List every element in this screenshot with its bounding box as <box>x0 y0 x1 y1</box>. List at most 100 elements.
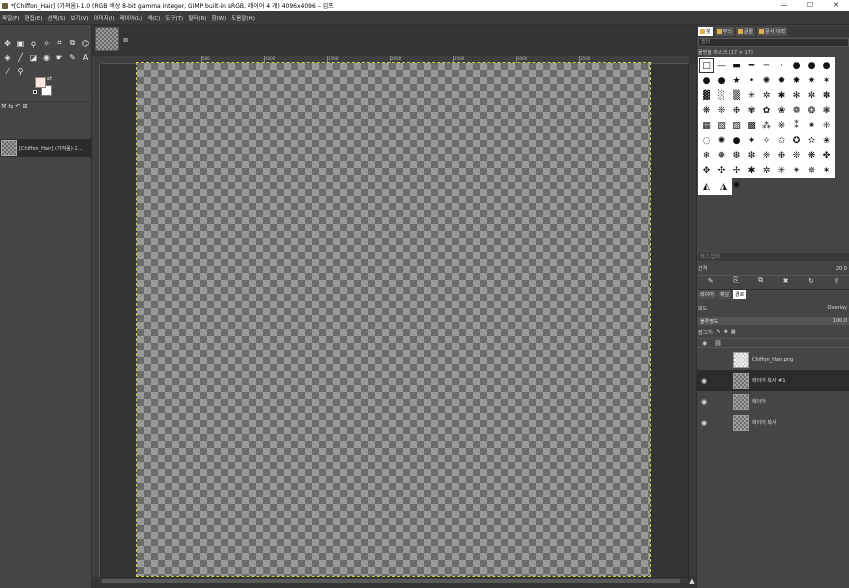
image-canvas[interactable] <box>136 62 651 577</box>
close-button[interactable]: ✕ <box>823 0 849 11</box>
toolbox-tab-3-icon[interactable]: ⊞ <box>22 103 27 110</box>
brush-item[interactable]: ✻ <box>789 88 804 103</box>
brush-item[interactable]: ✿ <box>759 103 774 118</box>
ruler-corner[interactable] <box>92 56 102 64</box>
rect-select-icon[interactable]: ▣ <box>14 37 27 49</box>
color-picker-icon[interactable]: ⁄ <box>1 65 14 77</box>
vertical-scrollbar[interactable] <box>688 64 696 577</box>
layers-tab-2[interactable]: 경로 <box>733 290 747 299</box>
vertical-ruler[interactable] <box>92 64 100 577</box>
menu-item-0[interactable]: 파일(F) <box>2 14 20 22</box>
brush-item[interactable]: ✥ <box>699 163 714 178</box>
spacing-value[interactable]: 20.0 <box>836 266 847 272</box>
brush-item[interactable]: ─ <box>759 58 774 73</box>
brush-item[interactable]: ⁂ <box>759 118 774 133</box>
layer-row[interactable]: ◉ 레이어 <box>697 391 849 412</box>
brush-item[interactable]: ▩ <box>744 118 759 133</box>
brush-item[interactable]: ✼ <box>804 88 819 103</box>
smudge-icon[interactable]: ☛ <box>53 51 66 63</box>
brush-item[interactable]: ✬ <box>819 133 834 148</box>
brush-item[interactable]: ⁑ <box>789 118 804 133</box>
brush-item[interactable]: ★ <box>729 73 744 88</box>
brush-item[interactable]: · <box>774 58 789 73</box>
brush-item[interactable]: ✶ <box>819 73 834 88</box>
eraser-icon[interactable]: ◪ <box>27 51 40 63</box>
brush-item[interactable]: ● <box>714 73 729 88</box>
brush-item[interactable]: ✧ <box>759 133 774 148</box>
brush-item[interactable]: ❊ <box>789 148 804 163</box>
brush-item[interactable]: ▒ <box>729 88 744 103</box>
foreground-color-swatch[interactable] <box>35 77 46 88</box>
layer-name[interactable]: 레이어 복사 #1 <box>752 377 786 384</box>
toolbox-tab-2-icon[interactable]: ↶ <box>15 103 20 110</box>
brush-item[interactable]: ❋ <box>804 148 819 163</box>
brush-item[interactable]: ❈ <box>759 148 774 163</box>
layer-mode-row[interactable]: 모드 Overlay <box>698 303 849 313</box>
brush-item[interactable]: — <box>714 58 729 73</box>
image-list-item[interactable]: [Chiffon_Hair] (가져옴)-1... <box>0 139 92 157</box>
dock-tab-1[interactable]: 무늬 <box>714 27 734 36</box>
brush-item[interactable]: ● <box>699 73 714 88</box>
brush-item[interactable]: ✺ <box>714 133 729 148</box>
brush-item[interactable]: □ <box>699 58 714 73</box>
opacity-slider[interactable]: 불투명도 100.0 <box>698 317 849 325</box>
brush-item[interactable]: ❉ <box>774 148 789 163</box>
brush-item[interactable]: ❇ <box>744 148 759 163</box>
brush-action-2-icon[interactable]: ⧉ <box>758 276 763 285</box>
layers-tab-1[interactable]: 채널 <box>717 290 732 299</box>
brush-item[interactable]: ✱ <box>744 163 759 178</box>
horizontal-scrollbar[interactable] <box>100 577 688 583</box>
brush-item[interactable]: ✩ <box>774 133 789 148</box>
dock-tab-3[interactable]: 문서 이력 <box>757 27 788 36</box>
lasso-icon[interactable]: ϙ <box>27 37 40 49</box>
warp-icon[interactable]: ⌬ <box>79 37 92 49</box>
layer-row[interactable]: ◉ 레이어 복사 #1 <box>697 370 849 391</box>
brush-filter-input[interactable]: 필터 <box>698 38 849 47</box>
dock-tab-2[interactable]: 글꼴 <box>735 27 756 36</box>
menu-item-4[interactable]: 이미지(I) <box>94 14 115 22</box>
menu-item-1[interactable]: 편집(E) <box>25 14 43 22</box>
brush-item[interactable]: ░ <box>714 88 729 103</box>
brush-item[interactable]: ❋ <box>699 103 714 118</box>
brush-item[interactable]: ✳ <box>774 163 789 178</box>
opacity-value[interactable]: 100.0 <box>833 318 847 324</box>
brush-item[interactable]: ❀ <box>774 103 789 118</box>
brush-item[interactable]: ✾ <box>744 103 759 118</box>
lock-position-icon[interactable]: ✥ <box>724 329 728 335</box>
paintbrush-icon[interactable]: ╱ <box>14 51 27 63</box>
layer-row[interactable]: Chiffon_Hair.png <box>697 349 849 370</box>
brush-item[interactable]: ◭ <box>699 179 714 194</box>
scrollbar-thumb[interactable] <box>102 579 680 583</box>
brush-item[interactable]: ✺ <box>759 73 774 88</box>
brush-item[interactable]: ❉ <box>729 103 744 118</box>
fuzzy-select-icon[interactable]: ✧ <box>40 37 53 49</box>
brush-item[interactable]: ✲ <box>759 163 774 178</box>
brush-item[interactable]: • <box>744 73 759 88</box>
brush-item[interactable]: ❂ <box>804 103 819 118</box>
toolbox-tab-0-icon[interactable]: ⚒ <box>1 103 6 110</box>
brush-item[interactable]: ✫ <box>804 133 819 148</box>
brush-item[interactable]: ✪ <box>789 133 804 148</box>
move-tool-icon[interactable]: ✥ <box>1 37 14 49</box>
brush-item[interactable]: ✸ <box>789 73 804 88</box>
mode-dropdown[interactable]: Overlay <box>828 305 847 311</box>
menu-item-7[interactable]: 도구(T) <box>165 14 183 22</box>
spacing-row[interactable]: 간격 20.0 <box>698 264 849 273</box>
brush-item[interactable]: ▨ <box>729 118 744 133</box>
lock-alpha-icon[interactable]: ▦ <box>731 329 736 335</box>
brush-item[interactable]: ⁕ <box>804 118 819 133</box>
menu-item-2[interactable]: 선택(S) <box>47 14 65 22</box>
image-tab-thumbnail[interactable] <box>95 27 119 51</box>
maximize-button[interactable]: ☐ <box>797 0 823 11</box>
layer-name[interactable]: 레이어 복사 <box>752 419 777 426</box>
brush-action-3-icon[interactable]: ✖ <box>783 277 789 285</box>
navigate-icon[interactable]: ▲ <box>688 577 696 587</box>
brush-item[interactable]: ❊ <box>714 103 729 118</box>
brush-item[interactable]: ▧ <box>714 118 729 133</box>
brush-item[interactable]: ━ <box>744 58 759 73</box>
paths-icon[interactable]: ✎ <box>66 51 79 63</box>
brush-item[interactable]: ● <box>804 58 819 73</box>
unified-transform-icon[interactable]: ⧉ <box>66 37 79 49</box>
brush-item[interactable]: ❃ <box>819 103 834 118</box>
text-icon[interactable]: A <box>79 51 92 63</box>
